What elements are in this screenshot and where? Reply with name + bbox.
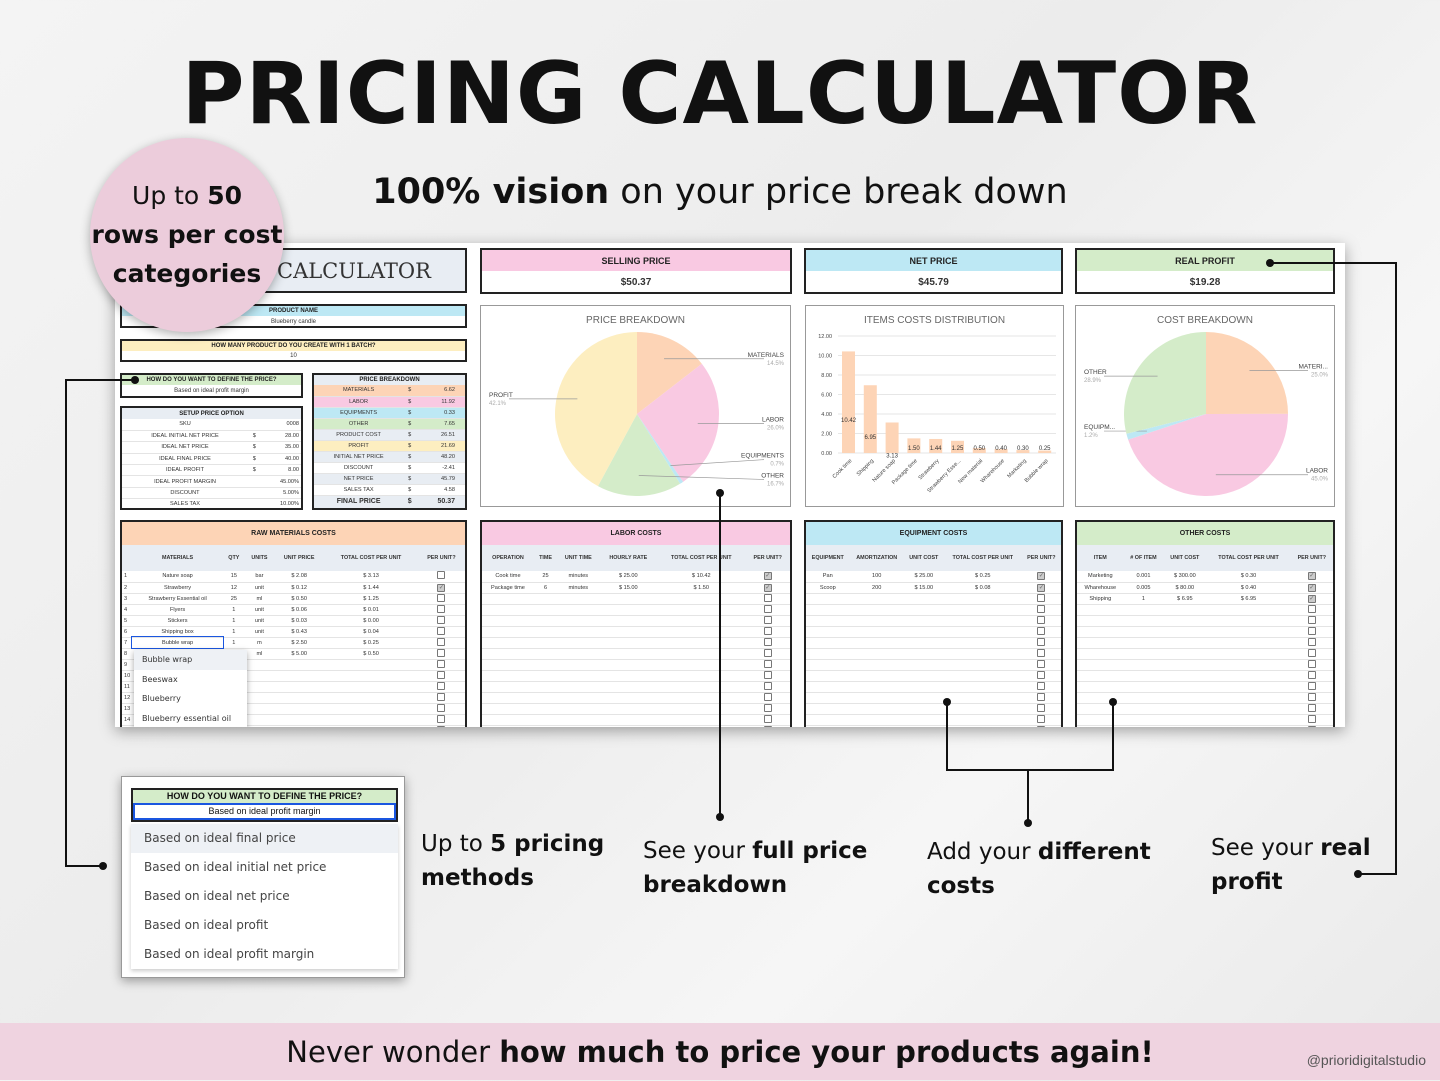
footer-bold: how much to price your products again! bbox=[499, 1035, 1154, 1069]
footer-text: Never wonder bbox=[286, 1035, 500, 1069]
footer-banner: Never wonder how much to price your prod… bbox=[0, 1023, 1440, 1080]
connector-lines bbox=[65, 259, 1397, 878]
brand-handle: @prioridigitalstudio bbox=[1306, 1052, 1426, 1068]
